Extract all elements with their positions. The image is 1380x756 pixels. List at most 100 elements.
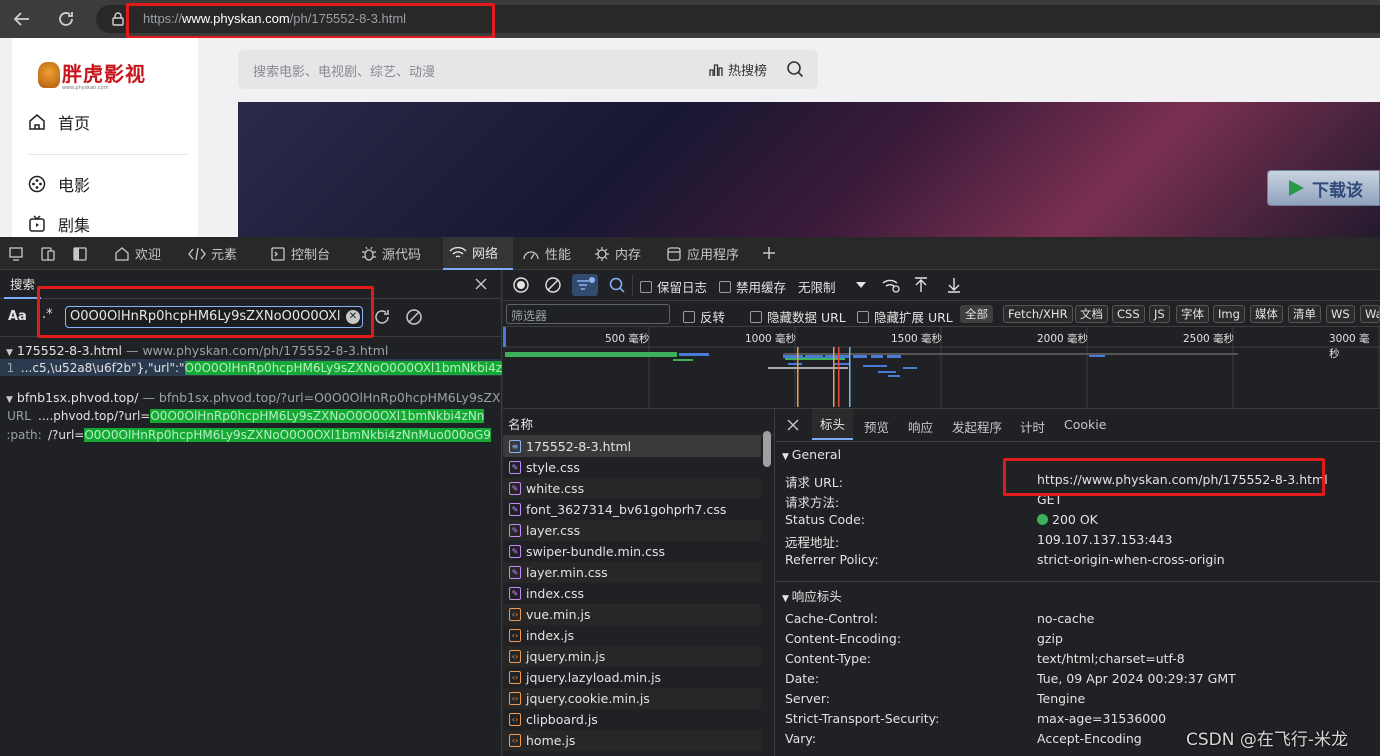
- network-timeline[interactable]: 500 毫秒 1000 毫秒 1500 毫秒 2000 毫秒 2500 毫秒 3…: [503, 327, 1380, 407]
- tab-application[interactable]: 应用程序: [660, 237, 745, 270]
- detail-tab-headers[interactable]: 标头: [812, 409, 854, 440]
- search-result-line[interactable]: 1 ...c5,\u52a8\u6f2b"},"url":" O0O0OlHnR…: [0, 359, 502, 376]
- clear-search-icon[interactable]: [405, 308, 423, 326]
- match-case-toggle[interactable]: Aa: [8, 309, 27, 324]
- site-logo[interactable]: 胖虎影视 www.physkan.com: [38, 58, 146, 91]
- search-result-file[interactable]: ▼ 175552-8-3.html — www.physkan.com/ph/1…: [6, 343, 500, 358]
- type-filter-js[interactable]: JS: [1149, 305, 1170, 323]
- dock-icon[interactable]: [72, 246, 88, 262]
- response-headers-section-header[interactable]: ▼ 响应标头: [782, 586, 842, 605]
- address-bar[interactable]: https://www.physkan.com/ph/175552-8-3.ht…: [96, 5, 1380, 33]
- upload-icon[interactable]: [913, 276, 929, 294]
- request-row[interactable]: ‹› clipboard.js: [503, 709, 761, 730]
- tab-performance[interactable]: 性能: [516, 237, 577, 270]
- request-row[interactable]: ✎ white.css: [503, 478, 761, 499]
- clear-log-icon[interactable]: [544, 276, 562, 294]
- detail-tab-preview[interactable]: 预览: [864, 417, 889, 436]
- detail-tab-cookie[interactable]: Cookie: [1064, 417, 1106, 432]
- request-name: style.css: [526, 460, 580, 475]
- detail-tab-response[interactable]: 响应: [908, 417, 933, 436]
- detail-tab-initiator[interactable]: 发起程序: [952, 417, 1002, 436]
- type-filter-doc[interactable]: 文档: [1075, 305, 1108, 323]
- device-toggle-icon[interactable]: [8, 246, 24, 262]
- request-row[interactable]: ✎ swiper-bundle.min.css: [503, 541, 761, 562]
- search-icon[interactable]: [608, 276, 626, 294]
- request-row[interactable]: ✎ layer.css: [503, 520, 761, 541]
- throttle-select[interactable]: 无限制: [798, 277, 836, 296]
- chevron-down-icon[interactable]: [855, 280, 867, 290]
- request-row[interactable]: ✎ layer.min.css: [503, 562, 761, 583]
- search-result-line[interactable]: URL ....phvod.top/?url= O0O0OlHnRp0hcpHM…: [0, 407, 502, 424]
- clear-input-icon[interactable]: ✕: [346, 310, 360, 324]
- disable-cache-checkbox[interactable]: 禁用缓存: [719, 277, 786, 296]
- name-column-header[interactable]: 名称: [508, 414, 533, 433]
- home-icon: [28, 113, 46, 131]
- request-row[interactable]: ‹› home.js: [503, 730, 761, 751]
- search-result-file[interactable]: ▼ bfnb1sx.phvod.top/ — bfnb1sx.phvod.top…: [6, 390, 500, 405]
- refresh-search-icon[interactable]: [373, 308, 391, 326]
- header-label: 请求方法:: [785, 495, 840, 510]
- detail-tab-timing[interactable]: 计时: [1020, 417, 1045, 436]
- type-filter-font[interactable]: 字体: [1176, 305, 1209, 323]
- type-filter-media[interactable]: 媒体: [1250, 305, 1283, 323]
- tab-console[interactable]: 控制台: [264, 237, 336, 270]
- request-row[interactable]: ‹› jquery.lazyload.min.js: [503, 667, 761, 688]
- type-filter-wasm[interactable]: Wa: [1360, 305, 1380, 323]
- wifi-icon: [449, 245, 467, 261]
- tab-elements[interactable]: 元素: [182, 237, 243, 270]
- request-row[interactable]: ✎ index.css: [503, 583, 761, 604]
- back-arrow-icon[interactable]: [12, 9, 32, 29]
- close-icon[interactable]: [786, 418, 800, 432]
- type-filter-manifest[interactable]: 清单: [1288, 305, 1321, 323]
- search-result-line[interactable]: :path: /?url= O0O0OlHnRp0hcpHM6Ly9sZXNoO…: [0, 426, 502, 443]
- tab-memory[interactable]: 内存: [588, 237, 647, 270]
- type-filter-ws[interactable]: WS: [1326, 305, 1355, 323]
- reload-icon[interactable]: [56, 9, 76, 29]
- download-button[interactable]: 下载该: [1267, 170, 1380, 206]
- request-row[interactable]: ≡ 175552-8-3.html: [503, 436, 761, 457]
- nav-item-movie[interactable]: 电影: [28, 172, 90, 196]
- search-icon[interactable]: [786, 60, 804, 78]
- url-text[interactable]: https://www.physkan.com/ph/175552-8-3.ht…: [143, 11, 406, 26]
- request-row[interactable]: ✎ style.css: [503, 457, 761, 478]
- search-query-input[interactable]: O0O0OlHnRp0hcpHM6Ly9sZXNoO0O0OXl1bmNkbi4…: [65, 306, 363, 328]
- general-section-header[interactable]: ▼ General: [782, 447, 841, 462]
- hero-banner[interactable]: 下载该: [238, 102, 1380, 237]
- type-filter-all[interactable]: 全部: [960, 305, 993, 323]
- scrollbar-thumb[interactable]: [763, 431, 771, 467]
- inspect-icon[interactable]: [40, 246, 56, 262]
- request-row[interactable]: ‹› jquery.cookie.min.js: [503, 688, 761, 709]
- filter-input[interactable]: 筛选器: [506, 304, 670, 324]
- type-filter-xhr[interactable]: Fetch/XHR: [1003, 305, 1073, 323]
- download-icon[interactable]: [946, 276, 962, 294]
- nav-item-series[interactable]: 剧集: [28, 212, 90, 236]
- filter-toggle-icon[interactable]: [572, 274, 598, 296]
- tab-label: 网络: [472, 247, 499, 262]
- close-icon[interactable]: [474, 277, 488, 291]
- request-row[interactable]: ‹› index.js: [503, 625, 761, 646]
- type-filter-img[interactable]: Img: [1213, 305, 1245, 323]
- search-tab[interactable]: 搜索: [4, 270, 42, 299]
- record-icon[interactable]: [512, 276, 530, 294]
- tab-network[interactable]: 网络: [443, 237, 513, 270]
- tab-label: 元素: [211, 248, 238, 263]
- request-row[interactable]: ‹› vue.min.js: [503, 604, 761, 625]
- preserve-log-checkbox[interactable]: 保留日志: [640, 277, 707, 296]
- nav-item-home[interactable]: 首页: [28, 110, 90, 134]
- expand-triangle-icon: ▼: [6, 395, 13, 405]
- invert-checkbox[interactable]: 反转: [683, 307, 725, 326]
- request-row[interactable]: ‹› jquery.min.js: [503, 646, 761, 667]
- hide-ext-url-checkbox[interactable]: 隐藏扩展 URL: [857, 307, 953, 326]
- hide-data-url-checkbox[interactable]: 隐藏数据 URL: [750, 307, 846, 326]
- expand-triangle-icon: ▼: [782, 452, 792, 462]
- network-conditions-icon[interactable]: [881, 276, 901, 294]
- request-row[interactable]: ✎ font_3627314_bv61gohprh7.css: [503, 499, 761, 520]
- hot-search-button[interactable]: 热搜榜: [708, 60, 767, 79]
- site-search-box[interactable]: 搜索电影、电视剧、综艺、动漫 热搜榜: [238, 50, 818, 89]
- tab-welcome[interactable]: 欢迎: [108, 237, 167, 270]
- regex-toggle[interactable]: .*: [42, 307, 53, 322]
- header-label: Date:: [785, 671, 820, 686]
- tab-sources[interactable]: 源代码: [355, 237, 427, 270]
- type-filter-css[interactable]: CSS: [1112, 305, 1145, 323]
- add-tab-plus-icon[interactable]: [761, 245, 777, 261]
